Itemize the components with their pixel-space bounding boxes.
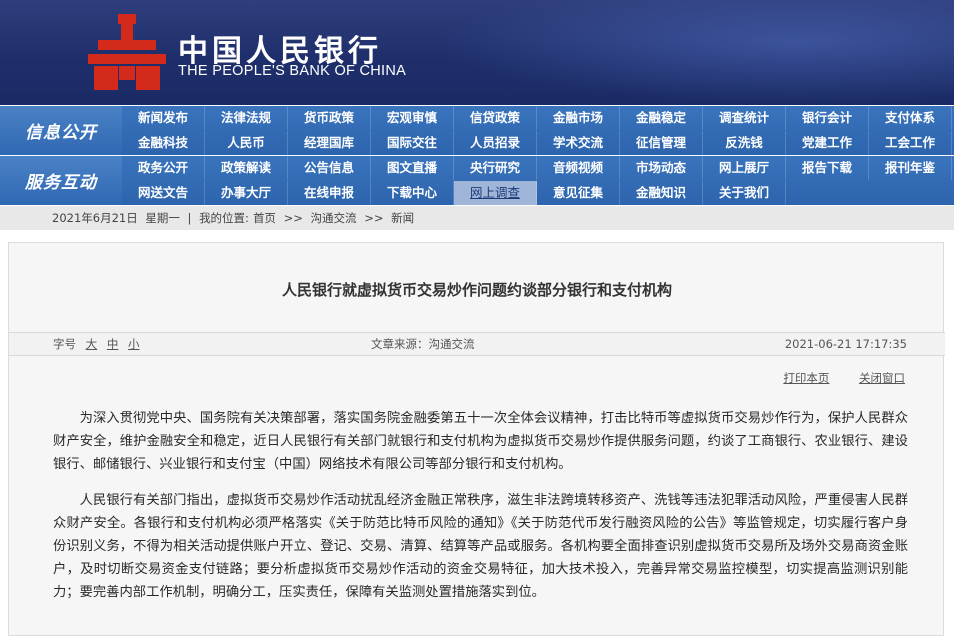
nav-link[interactable]: 关于我们 <box>703 181 786 205</box>
font-size-controls: 字号 大 中 小 <box>53 333 139 355</box>
print-page-link[interactable]: 打印本页 <box>783 371 829 385</box>
nav-interaction: 服务互动 政务公开 政策解读 公告信息 图文直播 央行研究 音频视频 市场动态 … <box>0 156 954 205</box>
site-banner: 中国人民银行 THE PEOPLE'S BANK OF CHINA <box>0 0 954 105</box>
nav-link[interactable]: 工会工作 <box>869 131 952 155</box>
article-meta-bar: 字号 大 中 小 文章来源：沟通交流 2021-06-21 17:17:35 <box>9 332 945 356</box>
nav-link[interactable]: 法律法规 <box>205 106 288 130</box>
nav-link[interactable]: 支付体系 <box>869 106 952 130</box>
nav-link[interactable]: 反洗钱 <box>703 131 786 155</box>
article-body: 为深入贯彻党中央、国务院有关决策部署，落实国务院金融委第五十一次全体会议精神，打… <box>53 407 908 617</box>
font-size-medium-button[interactable]: 中 <box>107 337 119 351</box>
breadcrumb-level1-link[interactable]: 沟通交流 <box>311 211 357 225</box>
nav-link[interactable]: 金融市场 <box>537 106 620 130</box>
nav-link[interactable]: 意见征集 <box>537 181 620 205</box>
nav-interaction-links: 政务公开 政策解读 公告信息 图文直播 央行研究 音频视频 市场动态 网上展厅 … <box>122 156 954 205</box>
banner-glow <box>434 0 954 105</box>
nav-link[interactable]: 国际交往 <box>371 131 454 155</box>
nav-link[interactable]: 征信管理 <box>620 131 703 155</box>
nav-link[interactable]: 宏观审慎 <box>371 106 454 130</box>
nav-link[interactable]: 银行会计 <box>786 106 869 130</box>
nav-link[interactable]: 政策解读 <box>205 156 288 180</box>
nav-link[interactable]: 在线申报 <box>288 181 371 205</box>
nav-link[interactable]: 新闻发布 <box>122 106 205 130</box>
nav-link[interactable]: 调查统计 <box>703 106 786 130</box>
nav-link[interactable]: 金融稳定 <box>620 106 703 130</box>
nav-category-interaction[interactable]: 服务互动 <box>0 156 122 205</box>
article-container: 人民银行就虚拟货币交易炒作问题约谈部分银行和支付机构 字号 大 中 小 文章来源… <box>8 242 945 636</box>
font-size-small-button[interactable]: 小 <box>128 337 140 351</box>
nav-link[interactable]: 人民币 <box>205 131 288 155</box>
nav-link[interactable]: 经理国库 <box>288 131 371 155</box>
article-paragraph: 为深入贯彻党中央、国务院有关决策部署，落实国务院金融委第五十一次全体会议精神，打… <box>53 411 908 472</box>
breadcrumb-arrow: >> <box>364 211 384 225</box>
article-title: 人民银行就虚拟货币交易炒作问题约谈部分银行和支付机构 <box>281 281 672 299</box>
breadcrumb-home-link[interactable]: 首页 <box>253 211 276 225</box>
breadcrumb-weekday: 星期一 <box>145 211 180 225</box>
nav-row: 网送文告 办事大厅 在线申报 下载中心 网上调查 意见征集 金融知识 关于我们 <box>122 181 954 205</box>
breadcrumb-location-label: 我的位置: <box>199 211 249 225</box>
nav-link[interactable]: 金融知识 <box>620 181 703 205</box>
close-window-link[interactable]: 关闭窗口 <box>859 371 905 385</box>
nav-link[interactable]: 金融科技 <box>122 131 205 155</box>
nav-link[interactable]: 央行研究 <box>454 156 537 180</box>
nav-link[interactable]: 学术交流 <box>537 131 620 155</box>
font-size-label: 字号 <box>53 337 76 351</box>
nav-link[interactable]: 下载中心 <box>371 181 454 205</box>
nav-disclosure-links: 新闻发布 法律法规 货币政策 宏观审慎 信贷政策 金融市场 金融稳定 调查统计 … <box>122 106 954 155</box>
nav-link-active[interactable]: 网上调查 <box>454 181 537 205</box>
nav-link[interactable]: 政务公开 <box>122 156 205 180</box>
nav-link[interactable]: 公告信息 <box>288 156 371 180</box>
nav-link[interactable]: 货币政策 <box>288 106 371 130</box>
article-paragraph: 人民银行有关部门指出，虚拟货币交易炒作活动扰乱经济金融正常秩序，滋生非法跨境转移… <box>53 493 908 600</box>
nav-row: 政务公开 政策解读 公告信息 图文直播 央行研究 音频视频 市场动态 网上展厅 … <box>122 156 954 180</box>
nav-link[interactable]: 图文直播 <box>371 156 454 180</box>
pboc-logo-icon[interactable] <box>88 14 166 90</box>
font-size-large-button[interactable]: 大 <box>86 337 98 351</box>
nav-link[interactable]: 报告下载 <box>786 156 869 180</box>
breadcrumb: 2021年6月21日 星期一 | 我的位置: 首页 >> 沟通交流 >> 新闻 <box>0 206 954 230</box>
nav-link[interactable]: 音频视频 <box>537 156 620 180</box>
nav-row: 金融科技 人民币 经理国库 国际交往 人员招录 学术交流 征信管理 反洗钱 党建… <box>122 131 954 155</box>
breadcrumb-separator: | <box>187 211 192 225</box>
nav-link[interactable]: 办事大厅 <box>205 181 288 205</box>
nav-link[interactable]: 人员招录 <box>454 131 537 155</box>
breadcrumb-arrow: >> <box>283 211 303 225</box>
nav-link[interactable]: 市场动态 <box>620 156 703 180</box>
nav-link[interactable]: 信贷政策 <box>454 106 537 130</box>
nav-disclosure: 信息公开 新闻发布 法律法规 货币政策 宏观审慎 信贷政策 金融市场 金融稳定 … <box>0 106 954 155</box>
article-actions: 打印本页 关闭窗口 <box>757 370 905 386</box>
nav-link[interactable]: 党建工作 <box>786 131 869 155</box>
article-source: 文章来源：沟通交流 <box>371 337 475 351</box>
nav-link[interactable]: 网上展厅 <box>703 156 786 180</box>
article-datetime: 2021-06-21 17:17:35 <box>784 337 907 351</box>
nav-link[interactable]: 网送文告 <box>122 181 205 205</box>
breadcrumb-date: 2021年6月21日 <box>52 211 138 225</box>
bank-name-en: THE PEOPLE'S BANK OF CHINA <box>178 63 407 79</box>
nav-link[interactable]: 报刊年鉴 <box>869 156 952 180</box>
nav-category-disclosure[interactable]: 信息公开 <box>0 106 122 155</box>
nav-row: 新闻发布 法律法规 货币政策 宏观审慎 信贷政策 金融市场 金融稳定 调查统计 … <box>122 106 954 130</box>
breadcrumb-level2-link[interactable]: 新闻 <box>391 211 414 225</box>
